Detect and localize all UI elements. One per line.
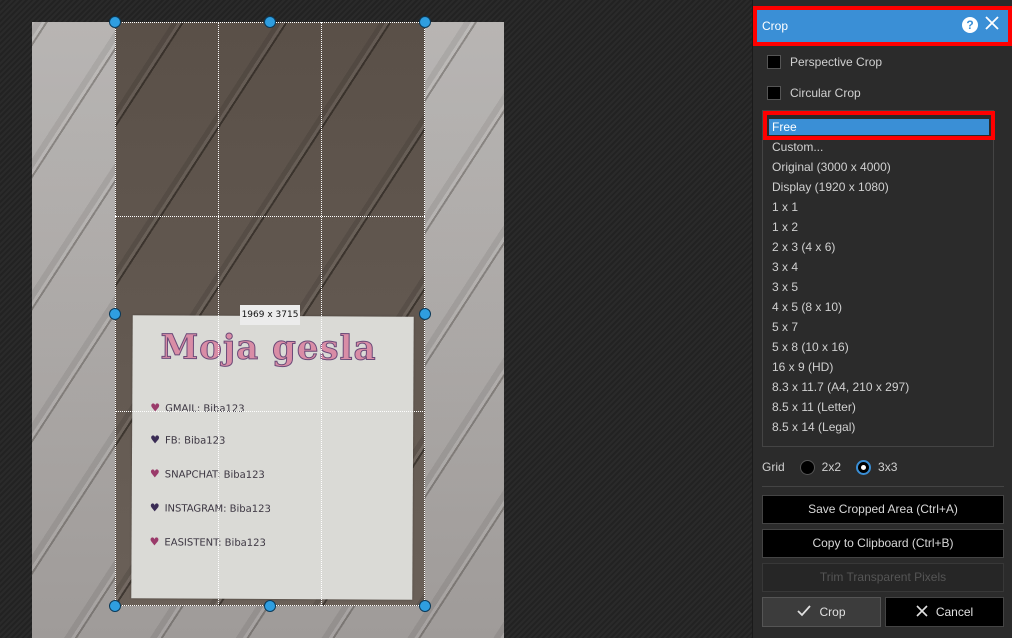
grid-options: Grid 2x2 3x3 bbox=[762, 458, 897, 476]
grid-3x3-radio[interactable] bbox=[856, 459, 872, 475]
circular-crop-option[interactable]: Circular Crop bbox=[767, 84, 861, 102]
grid-2x2-label[interactable]: 2x2 bbox=[822, 460, 841, 474]
crop-handle-top-right[interactable] bbox=[419, 16, 431, 28]
ratio-item-a4[interactable]: 8.3 x 11.7 (A4, 210 x 297) bbox=[769, 379, 989, 395]
divider bbox=[762, 486, 1004, 487]
trim-transparent-pixels-button[interactable]: Trim Transparent Pixels bbox=[762, 563, 1004, 592]
close-x-icon bbox=[916, 599, 928, 627]
save-cropped-area-button[interactable]: Save Cropped Area (Ctrl+A) bbox=[762, 495, 1004, 524]
ratio-item-2x3[interactable]: 2 x 3 (4 x 6) bbox=[769, 239, 989, 255]
grid-line-vertical bbox=[218, 22, 219, 606]
perspective-crop-checkbox[interactable] bbox=[767, 55, 781, 69]
cancel-button-label: Cancel bbox=[935, 605, 974, 619]
crop-handle-bottom-left[interactable] bbox=[109, 600, 121, 612]
ratio-item-1x1[interactable]: 1 x 1 bbox=[769, 199, 989, 215]
ratio-item-legal[interactable]: 8.5 x 14 (Legal) bbox=[769, 419, 989, 435]
crop-handle-bottom[interactable] bbox=[264, 600, 276, 612]
crop-handle-top[interactable] bbox=[264, 16, 276, 28]
grid-line-horizontal bbox=[115, 411, 425, 412]
crop-panel: Crop ? Perspective Crop Circular Crop Fr… bbox=[752, 0, 1012, 638]
cancel-button[interactable]: Cancel bbox=[885, 597, 1004, 627]
crop-handle-left[interactable] bbox=[109, 308, 121, 320]
ratio-item-free[interactable]: Free bbox=[769, 119, 989, 135]
image-canvas[interactable]: Moja gesla ♥ GMAIL: Biba123 ♥ FB: Biba123 … bbox=[0, 0, 752, 638]
ratio-item-16x9[interactable]: 16 x 9 (HD) bbox=[769, 359, 989, 375]
ratio-item-5x7[interactable]: 5 x 7 bbox=[769, 319, 989, 335]
grid-2x2-radio[interactable] bbox=[799, 459, 815, 475]
ratio-item-custom[interactable]: Custom... bbox=[769, 139, 989, 155]
ratio-item-letter[interactable]: 8.5 x 11 (Letter) bbox=[769, 399, 989, 415]
grid-line-vertical bbox=[321, 22, 322, 606]
crop-button[interactable]: Crop bbox=[762, 597, 881, 627]
ratio-item-3x4[interactable]: 3 x 4 bbox=[769, 259, 989, 275]
ratio-item-original[interactable]: Original (3000 x 4000) bbox=[769, 159, 989, 175]
help-icon[interactable]: ? bbox=[962, 17, 978, 33]
crop-handle-right[interactable] bbox=[419, 308, 431, 320]
ratio-item-3x5[interactable]: 3 x 5 bbox=[769, 279, 989, 295]
ratio-item-1x2[interactable]: 1 x 2 bbox=[769, 219, 989, 235]
crop-handle-bottom-right[interactable] bbox=[419, 600, 431, 612]
crop-handle-top-left[interactable] bbox=[109, 16, 121, 28]
checkmark-icon bbox=[797, 599, 812, 627]
crop-button-label: Crop bbox=[819, 605, 846, 619]
aspect-ratio-list[interactable]: Free Custom... Original (3000 x 4000) Di… bbox=[762, 110, 995, 447]
grid-3x3-label[interactable]: 3x3 bbox=[878, 460, 897, 474]
circular-crop-checkbox[interactable] bbox=[767, 86, 781, 100]
panel-title: Crop bbox=[762, 19, 789, 33]
ratio-item-4x5[interactable]: 4 x 5 (8 x 10) bbox=[769, 299, 989, 315]
grid-label: Grid bbox=[762, 460, 785, 474]
close-icon[interactable] bbox=[984, 15, 1000, 31]
copy-to-clipboard-button[interactable]: Copy to Clipboard (Ctrl+B) bbox=[762, 529, 1004, 558]
ratio-item-display[interactable]: Display (1920 x 1080) bbox=[769, 179, 989, 195]
grid-line-horizontal bbox=[115, 216, 425, 217]
circular-crop-label: Circular Crop bbox=[790, 86, 861, 100]
ratio-item-5x8[interactable]: 5 x 8 (10 x 16) bbox=[769, 339, 989, 355]
perspective-crop-label: Perspective Crop bbox=[790, 55, 883, 69]
perspective-crop-option[interactable]: Perspective Crop bbox=[767, 53, 882, 71]
panel-header: Crop ? bbox=[753, 6, 1012, 46]
crop-dimensions-label: 1969 x 3715 bbox=[240, 305, 300, 325]
